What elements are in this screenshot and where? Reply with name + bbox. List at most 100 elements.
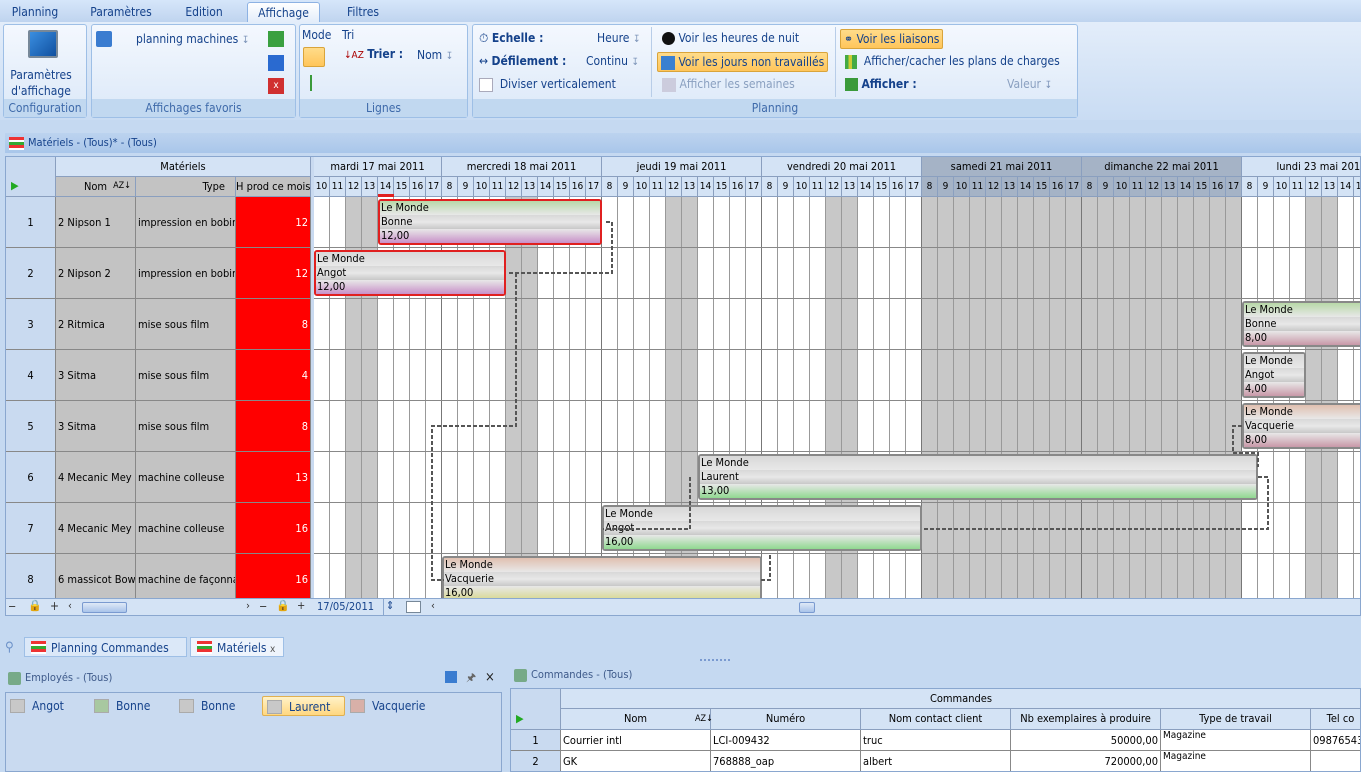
separator xyxy=(651,27,652,97)
employee-item[interactable]: Angot xyxy=(6,696,86,716)
search-icon[interactable]: ⚲ xyxy=(5,640,14,655)
zoom-in-icon[interactable]: + xyxy=(297,599,305,612)
moon-icon xyxy=(662,32,675,45)
charge-plans-button[interactable]: Afficher/cacher les plans de charges xyxy=(845,54,1060,69)
save-icon[interactable] xyxy=(268,55,284,71)
zoom-out-icon[interactable]: − xyxy=(8,600,16,613)
tab-filtres[interactable]: Filtres xyxy=(336,2,390,22)
employee-color-swatch xyxy=(179,699,194,713)
bottom-toolbar: − 🔒 + ‹ › − 🔒 + 17/05/2011 ⇕ ‹ xyxy=(6,598,1360,615)
group-title: Configuration xyxy=(4,99,86,117)
group-affichages-favoris: planning machines ↧ x Affichages favoris xyxy=(91,24,296,118)
pin-icon[interactable]: 🖈 xyxy=(466,668,476,688)
tab-edition[interactable]: Edition xyxy=(176,2,232,22)
echelle-select[interactable]: Heure ↧ xyxy=(597,31,640,45)
week-icon xyxy=(662,77,676,92)
table-cell[interactable]: truc xyxy=(861,730,1011,751)
group-lignes: Mode Tri ↓AZ Trier : Nom ↧ Lignes xyxy=(299,24,468,118)
date-spinner-icon[interactable]: ⇕ xyxy=(386,599,394,612)
scroll-right-icon[interactable]: › xyxy=(246,599,250,612)
tab-parametres[interactable]: Paramètres xyxy=(82,2,160,22)
close-tab-icon[interactable]: x xyxy=(270,644,275,655)
sort-control[interactable]: ↓AZ Trier : xyxy=(344,47,403,61)
diviser-checkbox[interactable]: Diviser verticalement xyxy=(479,77,616,92)
link-arrow xyxy=(1232,425,1259,467)
table-cell[interactable]: Magazine xyxy=(1161,751,1311,771)
tab-planning[interactable]: Planning xyxy=(4,2,66,22)
favorite-view-icon xyxy=(96,31,112,47)
scroll-left-icon[interactable]: ‹ xyxy=(431,599,435,612)
night-hours-button[interactable]: Voir les heures de nuit xyxy=(662,31,799,45)
close-icon[interactable]: × xyxy=(485,668,495,688)
ribbon-tabs: Planning Paramètres Edition Affichage Fi… xyxy=(0,0,1361,22)
tab-affichage[interactable]: Affichage xyxy=(247,2,320,22)
sort-value: Nom xyxy=(417,48,443,62)
display-settings-button[interactable]: Paramètres d'affichage xyxy=(4,67,78,99)
link-arrow xyxy=(761,554,771,581)
row-number[interactable]: 1 xyxy=(511,730,561,751)
afficher-select[interactable]: Valeur ↧ xyxy=(1007,77,1052,91)
table-cell[interactable]: albert xyxy=(861,751,1011,771)
chevron-down-icon: ↧ xyxy=(631,57,639,68)
table-cell[interactable]: 768888_oap xyxy=(711,751,861,771)
employee-item[interactable]: Vacquerie xyxy=(346,696,426,716)
table-cell[interactable]: 720000,00 xyxy=(1011,751,1161,771)
column-header[interactable]: Nom xyxy=(561,709,711,730)
tri-label: Tri xyxy=(342,28,355,42)
calendar-icon[interactable] xyxy=(406,601,421,613)
links-layer xyxy=(431,221,1269,581)
delete-icon[interactable]: x xyxy=(268,78,284,94)
employee-name: Bonne xyxy=(201,699,236,713)
tab-materiels[interactable]: Matériels x xyxy=(190,637,284,657)
employee-item[interactable]: Bonne xyxy=(90,696,170,716)
employee-color-swatch xyxy=(94,699,109,713)
column-header[interactable]: Numéro xyxy=(711,709,861,730)
lock-icon[interactable]: 🔒 xyxy=(276,599,290,612)
date-field[interactable]: 17/05/2011 xyxy=(314,599,384,615)
tab-planning-commandes[interactable]: Planning Commandes xyxy=(24,637,187,657)
employee-name: Laurent xyxy=(289,700,331,714)
column-header[interactable]: Type de travail xyxy=(1161,709,1311,730)
tree-mode-icon[interactable] xyxy=(310,75,318,91)
chevron-down-icon: ↧ xyxy=(632,34,641,45)
lock-icon[interactable]: 🔒 xyxy=(28,599,42,612)
employee-item[interactable]: Laurent xyxy=(262,696,345,716)
zoom-in-icon[interactable]: + xyxy=(50,599,59,613)
sort-select[interactable]: Nom ↧ xyxy=(417,48,453,62)
monitor-icon[interactable] xyxy=(445,671,457,683)
table-cell[interactable] xyxy=(1311,751,1360,771)
timeline-scrollbar-thumb[interactable] xyxy=(799,602,815,613)
chevron-down-icon: ↧ xyxy=(445,51,454,62)
employee-item[interactable]: Bonne xyxy=(175,696,255,716)
trier-label: Trier : xyxy=(367,47,404,61)
table-cell[interactable]: GK xyxy=(561,751,711,771)
gantt-icon xyxy=(9,136,24,150)
splitter-handle[interactable] xyxy=(700,659,730,662)
zoom-out-icon[interactable]: − xyxy=(259,600,267,613)
defilement-select[interactable]: Continu ↧ xyxy=(586,54,639,68)
add-favorite-icon[interactable] xyxy=(268,31,284,47)
non-working-days-button[interactable]: Voir les jours non travaillés xyxy=(657,52,829,72)
column-header[interactable]: Nb exemplaires à produire xyxy=(1011,709,1161,730)
favorite-view-select[interactable]: planning machines ↧ xyxy=(136,32,249,46)
table-cell[interactable]: Magazine xyxy=(1161,730,1311,751)
chevron-down-icon: ↧ xyxy=(241,35,250,46)
employee-color-swatch xyxy=(350,699,365,713)
left-scrollbar-thumb[interactable] xyxy=(82,602,127,613)
table-cell[interactable]: Courrier intl xyxy=(561,730,711,751)
defilement-label: ↔ Défilement : xyxy=(479,54,567,68)
column-header[interactable]: Nom contact client xyxy=(861,709,1011,730)
scroll-left-icon[interactable]: ‹ xyxy=(68,599,72,612)
links-button[interactable]: ⚭ Voir les liaisons xyxy=(840,29,944,49)
row-number[interactable]: 2 xyxy=(511,751,561,771)
mode-grid-button[interactable] xyxy=(303,47,325,67)
weeks-button[interactable]: Afficher les semaines xyxy=(662,77,795,92)
table-cell[interactable]: 50000,00 xyxy=(1011,730,1161,751)
panel-title: Matériels - (Tous)* - (Tous) xyxy=(5,133,1361,153)
table-cell[interactable]: LCI-009432 xyxy=(711,730,861,751)
column-header[interactable]: Tel co xyxy=(1311,709,1360,730)
table-cell[interactable]: 09876543 xyxy=(1311,730,1360,751)
commandes-table: ▶ Commandes Nom Courrier intl GK Numéro LCI-… xyxy=(510,688,1361,772)
group-title: Lignes xyxy=(300,99,467,117)
commandes-title: Commandes - (Tous) xyxy=(531,668,633,681)
